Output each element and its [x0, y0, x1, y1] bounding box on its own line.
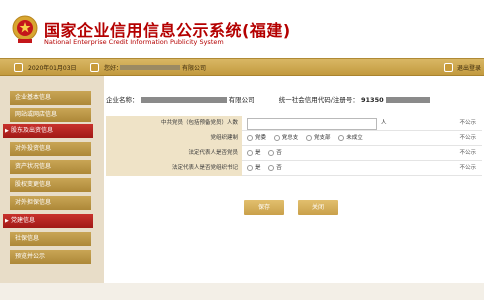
- radio-icon: [247, 149, 253, 156]
- sidebar: 企业基本信息 网站或网店信息 股东及出资信息 对外投资信息 资产状况信息 股权变…: [0, 76, 104, 300]
- credit-code-label: 统一社会信用代码/注册号：: [278, 96, 359, 104]
- radio-legal-rep-secretary-yes[interactable]: 是: [247, 164, 261, 171]
- form-row-party-members: 中共党员（包括预备党员）人数 人 不公示: [106, 116, 482, 131]
- national-emblem-icon: [12, 15, 38, 43]
- form-row-legal-rep-member: 法定代表人是否党员 是 否 不公示: [106, 146, 482, 161]
- legal-rep-secretary-label: 法定代表人是否党组织书记: [106, 161, 242, 176]
- company-info-line: 企业名称： 有限公司 统一社会信用代码/注册号： 91350: [106, 94, 430, 104]
- party-organization-label: 党组织建制: [106, 131, 242, 146]
- radio-icon: [306, 134, 313, 141]
- sidebar-item-assets-info[interactable]: 资产状况信息: [10, 160, 91, 174]
- company-name-suffix: 有限公司: [228, 96, 255, 104]
- party-members-label: 中共党员（包括预备党员）人数: [106, 116, 242, 131]
- calendar-icon: [14, 63, 23, 72]
- form-row-legal-rep-secretary: 法定代表人是否党组织书记 是 否 不公示: [106, 161, 482, 176]
- credit-code-prefix: 91350: [361, 96, 384, 104]
- masked-company-name: [120, 65, 180, 70]
- sidebar-item-social-insurance[interactable]: 社保信息: [10, 232, 91, 246]
- logout-icon[interactable]: [444, 63, 453, 72]
- masked-company-name-main: [140, 97, 227, 103]
- logout-link[interactable]: 退出登录: [457, 63, 481, 72]
- current-date: 2020年01月03日: [28, 65, 77, 72]
- bottom-bar: [0, 283, 484, 300]
- radio-icon: [273, 134, 280, 141]
- sidebar-item-party-info[interactable]: 党建信息: [3, 214, 93, 228]
- radio-icon: [268, 164, 275, 171]
- sidebar-item-equity-change[interactable]: 股权变更信息: [10, 178, 91, 192]
- party-members-input[interactable]: [247, 118, 377, 130]
- party-members-public-status: 不公示: [459, 120, 476, 126]
- radio-icon: [268, 149, 275, 156]
- radio-legal-rep-secretary-no[interactable]: 否: [268, 164, 282, 171]
- party-members-unit: 人: [381, 120, 387, 126]
- radio-legal-rep-member-no[interactable]: 否: [268, 149, 282, 156]
- save-button[interactable]: 保存: [244, 200, 284, 215]
- party-info-form: 中共党员（包括预备党员）人数 人 不公示 党组织建制 党委 党总支 党支部 未成…: [106, 116, 482, 176]
- legal-rep-member-public-status: 不公示: [459, 150, 476, 156]
- company-name-label: 企业名称：: [106, 96, 139, 104]
- close-button[interactable]: 关闭: [298, 200, 338, 215]
- radio-party-branch[interactable]: 党支部: [306, 134, 331, 141]
- radio-legal-rep-member-yes[interactable]: 是: [247, 149, 261, 156]
- radio-party-committee[interactable]: 党委: [247, 134, 266, 141]
- radio-general-branch[interactable]: 党总支: [273, 134, 298, 141]
- radio-icon: [247, 164, 253, 171]
- sidebar-item-basic-info[interactable]: 企业基本信息: [10, 91, 91, 105]
- radio-icon: [247, 134, 253, 141]
- sidebar-item-preview-publish[interactable]: 预览并公示: [10, 250, 91, 264]
- top-toolbar: 2020年01月03日 您好： 有限公司 退出登录: [0, 58, 484, 76]
- form-row-party-organization: 党组织建制 党委 党总支 党支部 未成立 不公示: [106, 131, 482, 146]
- party-organization-public-status: 不公示: [459, 135, 476, 141]
- radio-icon: [338, 134, 345, 141]
- radio-not-established[interactable]: 未成立: [338, 134, 363, 141]
- sidebar-item-shareholder-info[interactable]: 股东及出资信息: [3, 124, 93, 138]
- user-icon: [90, 63, 99, 72]
- site-subtitle: National Enterprise Credit Information P…: [44, 38, 224, 46]
- sidebar-item-guarantee-info[interactable]: 对外担保信息: [10, 196, 91, 210]
- legal-rep-member-label: 法定代表人是否党员: [106, 146, 242, 161]
- greeting-company-suffix: 有限公司: [182, 65, 207, 72]
- site-header: 国家企业信用信息公示系统(福建) National Enterprise Cre…: [0, 0, 484, 58]
- sidebar-item-website-info[interactable]: 网站或网店信息: [10, 108, 91, 122]
- sidebar-item-investment-info[interactable]: 对外投资信息: [10, 142, 91, 156]
- legal-rep-secretary-public-status: 不公示: [459, 165, 476, 171]
- masked-credit-code: [385, 97, 430, 103]
